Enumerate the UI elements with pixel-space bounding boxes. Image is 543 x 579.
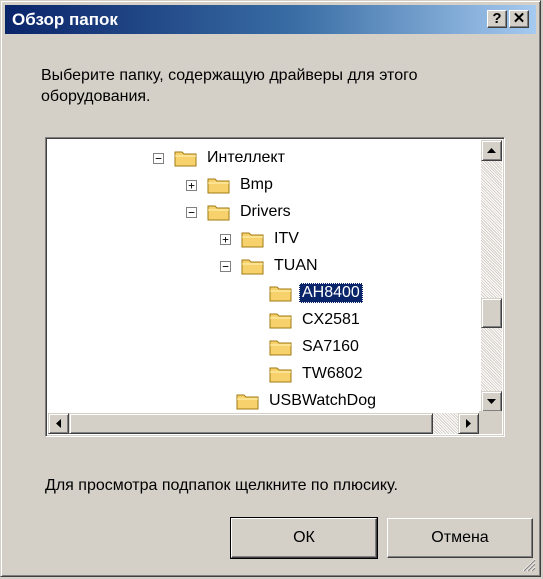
collapse-icon[interactable]: − [186,206,197,218]
resize-grip-icon[interactable] [520,556,536,572]
tree-node-label: TW6802 [302,365,363,382]
folder-open-icon [241,259,264,275]
arrow-down-icon [487,399,496,404]
folder-icon [269,340,292,356]
tree-node-itv[interactable]: + ITV [220,227,302,251]
tree-node-label-selected: AH8400 [299,283,363,303]
scroll-left-button[interactable] [48,413,69,434]
help-button[interactable]: ? [487,10,507,28]
collapse-icon[interactable]: − [153,152,164,164]
expand-icon[interactable]: + [186,179,197,191]
tree-node-ah8400[interactable]: AH8400 [269,281,363,305]
ok-button[interactable]: ОК [230,517,378,559]
tree-node-cx2581[interactable]: CX2581 [269,308,363,332]
folder-open-icon [207,205,230,221]
folder-icon [236,394,259,410]
tree-node-label: CX2581 [302,311,360,328]
arrow-up-icon [487,148,496,153]
hint-text: Для просмотра подпапок щелкните по плюси… [45,477,398,494]
folder-icon [269,286,292,302]
folder-icon [207,178,230,194]
tree-node-usbwatchdog[interactable]: USBWatchDog [236,389,379,413]
tree-node-label: Интеллект [207,149,285,166]
close-button[interactable]: ✕ [509,10,529,28]
tree-node-tuan[interactable]: − TUAN [220,254,321,278]
arrow-left-icon [56,419,61,428]
dialog-title: Обзор папок [12,10,118,29]
tree-node-label: Drivers [240,203,291,220]
scroll-down-button[interactable] [481,391,502,412]
tree-node-sa7160[interactable]: SA7160 [269,335,362,359]
cancel-button[interactable]: Отмена [387,518,533,558]
scroll-right-button[interactable] [458,413,479,434]
collapse-icon[interactable]: − [220,260,231,272]
folder-icon [269,367,292,383]
folder-tree[interactable]: − Интеллект + Bmp − Drivers + ITV − TUAN [45,137,505,437]
tree-node-label: USBWatchDog [269,392,376,409]
expand-icon[interactable]: + [220,233,231,245]
title-bar[interactable]: Обзор папок ? ✕ [5,5,536,34]
folder-icon [269,313,292,329]
tree-node-tw6802[interactable]: TW6802 [269,362,365,386]
scrollbar-corner [479,411,502,434]
tree-node-bmp[interactable]: + Bmp [186,173,276,197]
tree-node-label: Bmp [240,176,273,193]
tree-node-label: SA7160 [302,338,359,355]
instruction-text: Выберите папку, содержащую драйверы для … [41,67,418,105]
vertical-scrollbar[interactable] [481,140,502,412]
tree-node-label: ITV [274,230,299,247]
tree-node-drivers[interactable]: − Drivers [186,200,294,224]
tree-node-label: TUAN [274,257,318,274]
tree-node-intellekt[interactable]: − Интеллект [153,146,288,170]
scroll-up-button[interactable] [481,140,502,161]
horizontal-scroll-thumb[interactable] [69,413,433,434]
folder-open-icon [174,151,197,167]
horizontal-scrollbar[interactable] [48,413,479,434]
folder-icon [241,232,264,248]
arrow-right-icon [466,419,471,428]
browse-folder-dialog: Обзор папок ? ✕ Выберите папку, содержащ… [0,0,541,577]
vertical-scroll-thumb[interactable] [481,298,502,328]
